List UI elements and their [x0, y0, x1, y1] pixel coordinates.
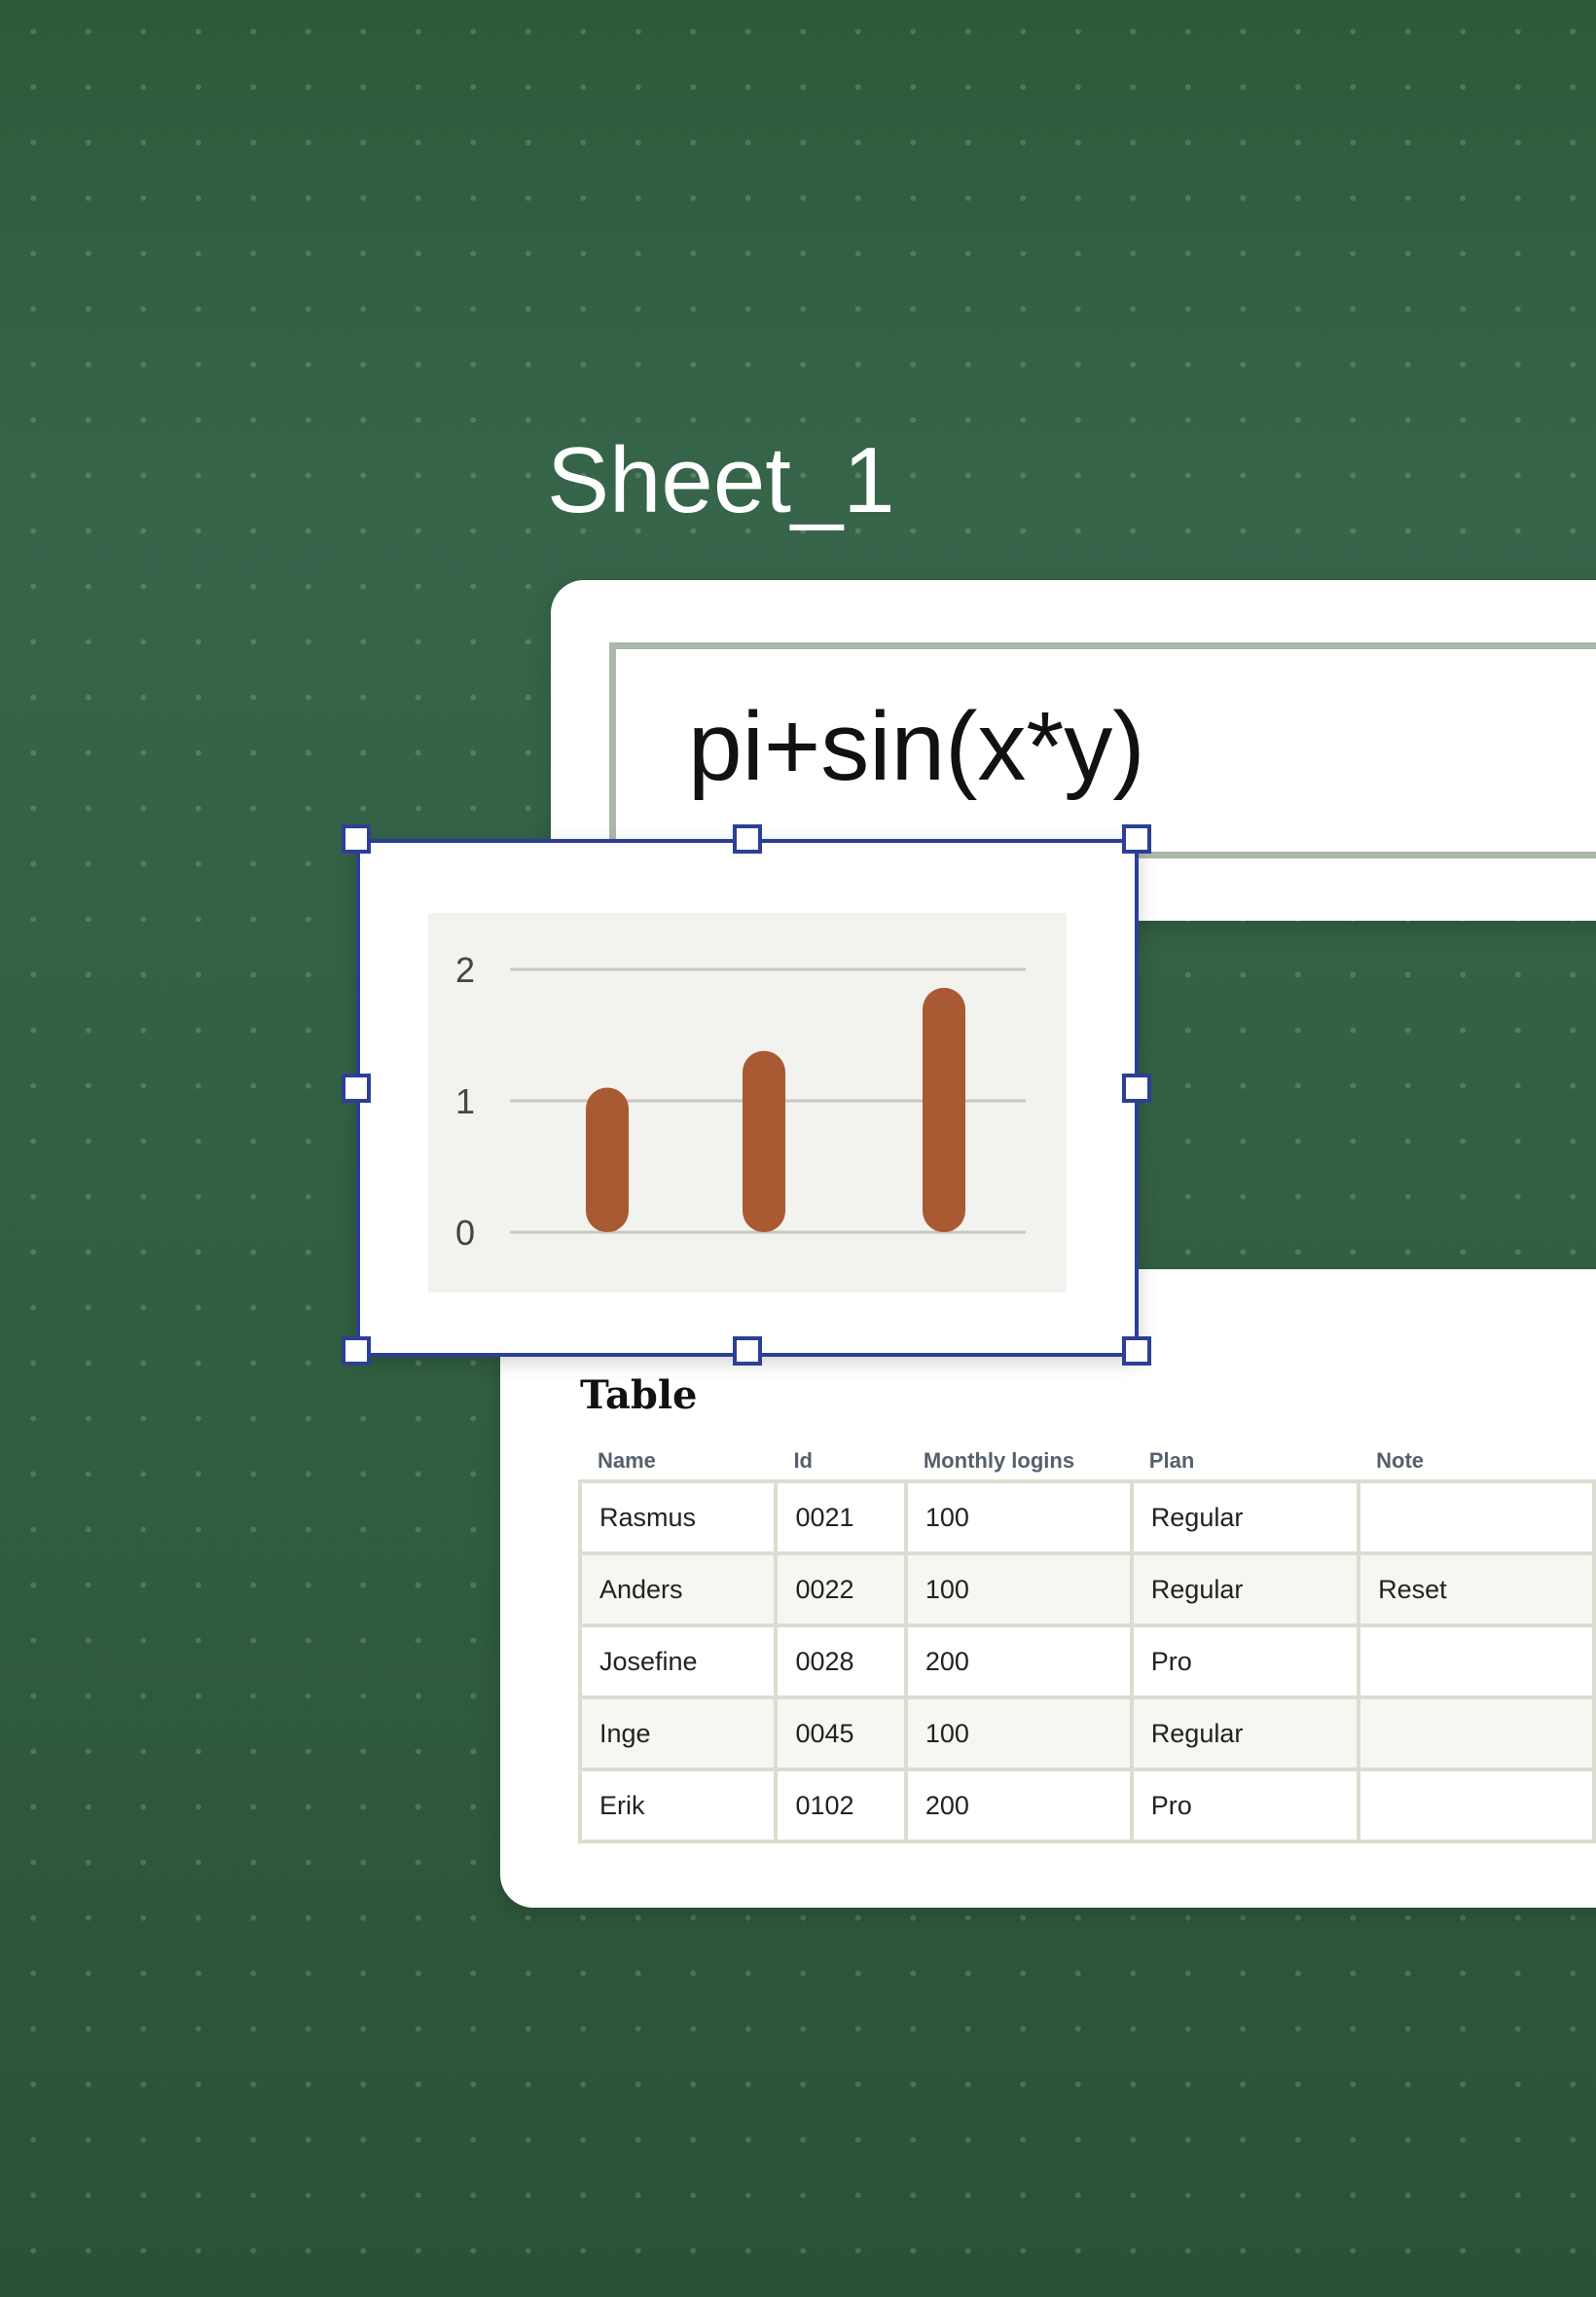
cell-monthly-logins[interactable]: 200 [903, 1768, 1134, 1843]
cell-monthly-logins[interactable]: 200 [903, 1623, 1134, 1699]
cell-name[interactable]: Josefine [577, 1623, 779, 1699]
cell-id[interactable]: 0021 [774, 1479, 908, 1555]
cell-plan[interactable]: Regular [1129, 1695, 1361, 1771]
cell-note[interactable]: Reset [1357, 1551, 1596, 1627]
resize-handle-right[interactable] [1122, 1074, 1151, 1103]
cell-id[interactable]: 0022 [774, 1551, 908, 1627]
cell-monthly-logins[interactable]: 100 [903, 1551, 1134, 1627]
resize-handle-left[interactable] [342, 1074, 371, 1103]
cell-name[interactable]: Inge [577, 1695, 779, 1771]
chart-bar[interactable] [923, 987, 965, 1232]
resize-handle-bottom[interactable] [733, 1336, 762, 1366]
bar-chart: 0 1 2 [455, 950, 1026, 1253]
cell-note[interactable] [1357, 1695, 1596, 1771]
resize-handle-top-left[interactable] [342, 824, 371, 854]
resize-handle-top[interactable] [733, 824, 762, 854]
cell-monthly-logins[interactable]: 100 [903, 1695, 1134, 1771]
table-row: Josefine 0028 200 Pro [577, 1623, 1596, 1699]
cell-id[interactable]: 0028 [774, 1623, 908, 1699]
cell-id[interactable]: 0045 [774, 1695, 908, 1771]
y-tick-label: 1 [455, 1081, 475, 1121]
cell-plan[interactable]: Pro [1129, 1768, 1361, 1843]
resize-handle-bottom-right[interactable] [1122, 1336, 1151, 1366]
sheet-title: Sheet_1 [547, 428, 895, 532]
cell-name[interactable]: Anders [577, 1551, 779, 1627]
chart-widget-selected[interactable]: 0 1 2 [342, 824, 1151, 1366]
table-row: Erik 0102 200 Pro [577, 1768, 1596, 1843]
cell-id[interactable]: 0102 [774, 1768, 908, 1843]
chart-bar[interactable] [586, 1087, 629, 1233]
column-header-plan[interactable]: Plan [1132, 1439, 1359, 1481]
formula-text: pi+sin(x*y) [688, 692, 1145, 801]
cell-name[interactable]: Rasmus [577, 1479, 779, 1555]
table-row: Inge 0045 100 Regular [577, 1695, 1596, 1771]
table-row: Rasmus 0021 100 Regular [577, 1479, 1596, 1555]
column-header-name[interactable]: Name [580, 1439, 776, 1481]
cell-name[interactable]: Erik [577, 1768, 779, 1843]
column-header-monthly-logins[interactable]: Monthly logins [906, 1439, 1132, 1481]
chart-bar[interactable] [743, 1050, 785, 1232]
resize-handle-bottom-left[interactable] [342, 1336, 371, 1366]
cell-plan[interactable]: Pro [1129, 1623, 1361, 1699]
table-row: Anders 0022 100 Regular Reset [577, 1551, 1596, 1627]
table-title: Table [580, 1372, 698, 1418]
resize-handle-top-right[interactable] [1122, 824, 1151, 854]
cell-note[interactable] [1357, 1768, 1596, 1843]
cell-plan[interactable]: Regular [1129, 1479, 1361, 1555]
data-table: Name Id Monthly logins Plan Note Rasmus … [577, 1439, 1596, 1843]
cell-note[interactable] [1357, 1479, 1596, 1555]
y-tick-label: 2 [455, 950, 475, 990]
y-tick-label: 0 [455, 1213, 475, 1253]
column-header-id[interactable]: Id [776, 1439, 905, 1481]
cell-note[interactable] [1357, 1623, 1596, 1699]
cell-plan[interactable]: Regular [1129, 1551, 1361, 1627]
chart-plot-area: 0 1 2 [428, 913, 1067, 1293]
table-header-row: Name Id Monthly logins Plan Note [580, 1439, 1594, 1481]
cell-monthly-logins[interactable]: 100 [903, 1479, 1134, 1555]
column-header-note[interactable]: Note [1359, 1439, 1594, 1481]
